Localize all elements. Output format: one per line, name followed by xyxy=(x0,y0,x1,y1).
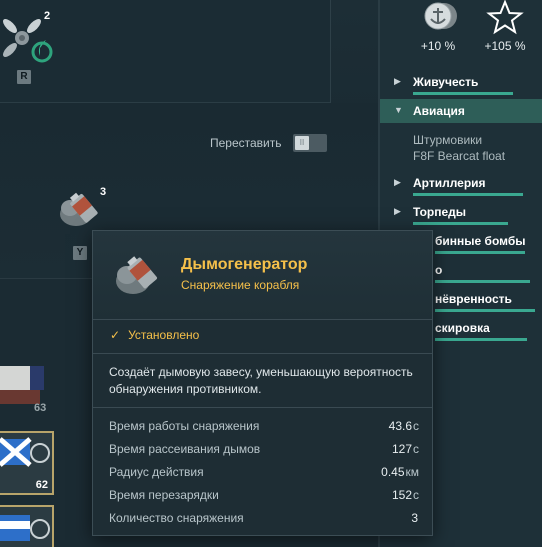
flag1-count: 63 xyxy=(34,402,47,414)
divider xyxy=(93,319,432,320)
category-survivability[interactable]: ▶ Живучесть xyxy=(380,70,542,95)
stat-row: Время работы снаряжения 43.6с xyxy=(109,419,419,437)
commander-bonus: +10 % xyxy=(408,0,468,60)
category-label: Авиация xyxy=(413,104,465,118)
plane-count: 2 xyxy=(44,10,51,22)
signal-flag-slot[interactable]: 63 xyxy=(0,360,54,414)
chevron-right-icon: ▶ xyxy=(394,76,401,86)
premium-bonus-value: +105 % xyxy=(484,39,526,53)
category-label: Торпеды xyxy=(413,205,467,219)
stat-bar xyxy=(413,193,523,196)
smoke-count: 3 xyxy=(100,186,107,198)
checkmark-icon: ✓ xyxy=(110,328,121,342)
aviation-item: Штурмовики xyxy=(413,133,483,147)
divider xyxy=(93,353,432,354)
category-artillery[interactable]: ▶ Артиллерия xyxy=(380,171,542,196)
chevron-right-icon: ▶ xyxy=(394,177,401,187)
swap-toggle[interactable]: II xyxy=(293,134,327,152)
aviation-item: F8F Bearcat float xyxy=(413,149,506,163)
stat-row: Радиус действия 0.45км xyxy=(109,465,419,483)
chevron-right-icon: ▶ xyxy=(394,206,401,216)
swap-label: Переставить xyxy=(210,136,282,150)
divider xyxy=(93,407,432,408)
stat-number: 152 xyxy=(391,488,412,502)
stat-unit: км xyxy=(405,465,420,479)
stat-bar xyxy=(413,222,508,225)
tooltip-description: Создаёт дымовую завесу, уменьшающую веро… xyxy=(109,365,413,396)
consumable-tooltip: Дымогенератор Снаряжение корабля ✓ Устано… xyxy=(92,230,433,536)
stat-number: 127 xyxy=(391,442,412,456)
smoke-hotkey: Y xyxy=(73,246,87,260)
stat-row: Количество снаряжения 3 xyxy=(109,511,419,529)
divider xyxy=(330,0,331,103)
stat-unit: с xyxy=(413,442,419,456)
propeller-plane-icon xyxy=(3,19,53,63)
stat-value: 127с xyxy=(392,442,419,456)
stat-bar xyxy=(435,280,530,283)
category-label: Живучесть xyxy=(413,75,479,89)
stat-row: Время перезарядки 152с xyxy=(109,488,419,506)
smoke-generator-icon xyxy=(116,256,158,294)
category-label: нёвренность xyxy=(435,292,512,306)
category-label: о xyxy=(435,263,443,277)
stat-number: 0.45 xyxy=(381,465,405,479)
stat-name: Радиус действия xyxy=(109,465,204,479)
chevron-down-icon: ▼ xyxy=(394,105,403,115)
commander-bonus-value: +10 % xyxy=(420,39,456,53)
plane-consumable-slot[interactable]: 2 R xyxy=(0,8,60,88)
stat-name: Время работы снаряжения xyxy=(109,419,260,433)
stat-bar xyxy=(435,251,525,254)
category-label: скировка xyxy=(435,321,490,335)
status-label: Установлено xyxy=(128,328,200,342)
stat-unit: с xyxy=(413,419,419,433)
category-aviation[interactable]: ▼ Авиация xyxy=(380,99,542,123)
smoke-canister-icon xyxy=(60,192,98,226)
premium-bonus: +105 % xyxy=(475,0,535,60)
stat-value: 0.45км xyxy=(381,465,419,479)
stat-bar xyxy=(435,309,535,312)
category-label: Артиллерия xyxy=(413,176,486,190)
star-icon xyxy=(486,0,524,35)
tooltip-subtitle: Снаряжение корабля xyxy=(181,278,300,292)
anchor-medal-icon xyxy=(424,2,457,30)
installed-status: ✓ Установлено xyxy=(110,328,199,342)
stat-name: Время рассеивания дымов xyxy=(109,442,261,456)
toggle-knob-icon: II xyxy=(295,136,309,150)
stat-unit: с xyxy=(413,488,419,502)
stat-bar xyxy=(435,338,527,341)
flag-card-next[interactable] xyxy=(0,505,54,547)
stat-number: 3 xyxy=(411,511,418,525)
stat-bar xyxy=(413,92,513,95)
flag2-count: 62 xyxy=(35,479,48,491)
stat-value: 152с xyxy=(392,488,419,502)
signal-flag-blue-icon xyxy=(0,515,50,541)
stat-value: 43.6с xyxy=(389,419,419,433)
stat-name: Время перезарядки xyxy=(109,488,219,502)
stat-number: 43.6 xyxy=(388,419,412,433)
stat-value: 3 xyxy=(411,511,419,525)
category-torpedoes[interactable]: ▶ Торпеды xyxy=(380,200,542,225)
plane-hotkey: R xyxy=(17,70,31,84)
stat-name: Количество снаряжения xyxy=(109,511,244,525)
flag-card-equipped[interactable]: 62 xyxy=(0,431,54,495)
category-label: бинные бомбы xyxy=(435,234,526,248)
tooltip-title: Дымогенератор xyxy=(181,256,308,273)
stat-row: Время рассеивания дымов 127с xyxy=(109,442,419,460)
